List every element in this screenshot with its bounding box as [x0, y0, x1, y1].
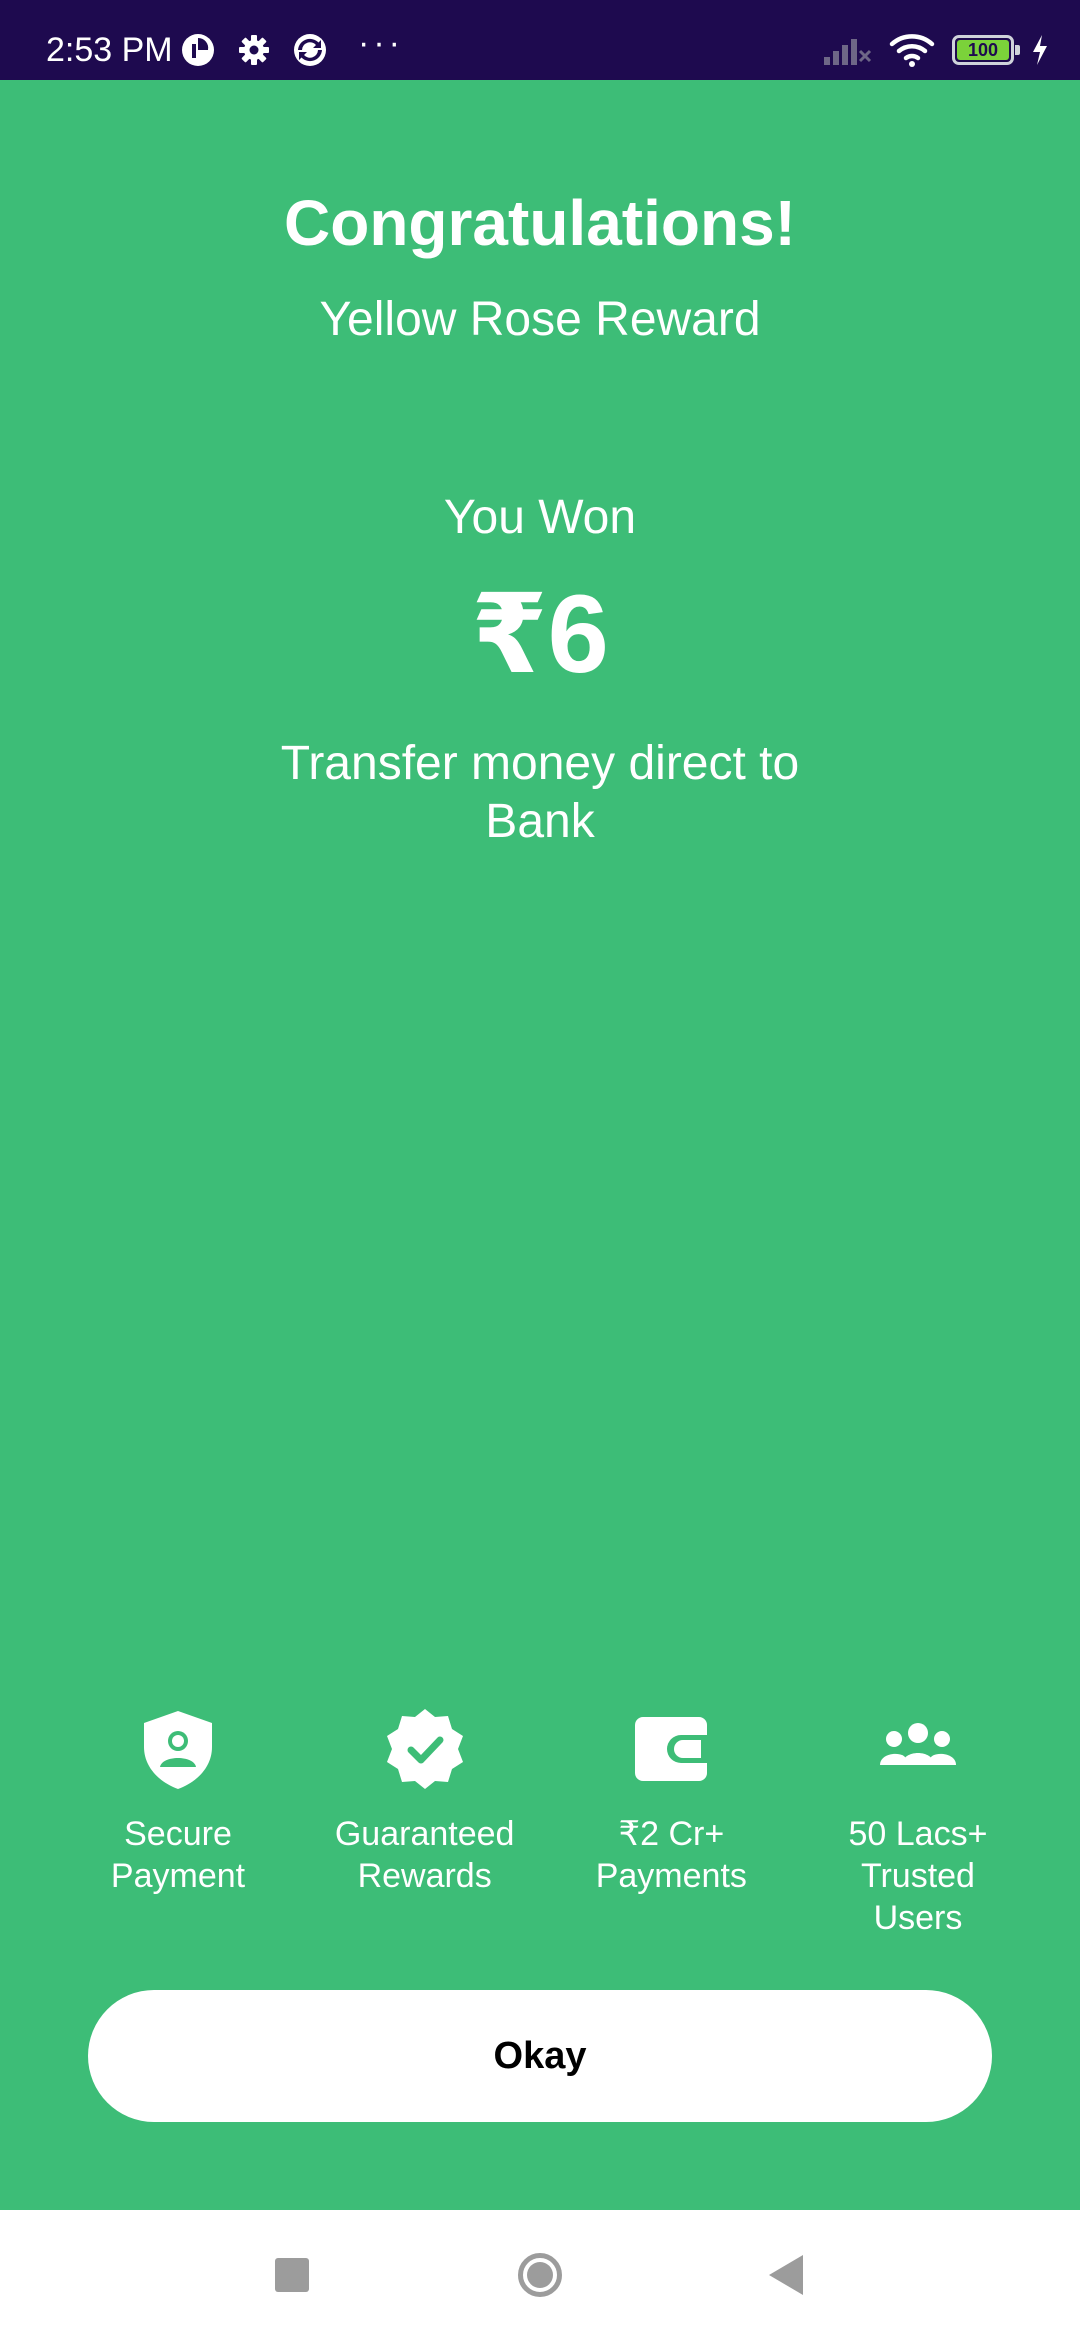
shield-user-icon — [144, 1711, 212, 1789]
home-icon — [518, 2253, 562, 2297]
sync-icon — [294, 34, 326, 66]
verified-badge-icon — [386, 1709, 463, 1789]
feature-label: Guaranteed Rewards — [334, 1815, 515, 1895]
feature-label: 50 Lacs+ Trusted Users — [848, 1815, 988, 1937]
gear-icon — [239, 35, 269, 65]
feature-payments: ₹2 Cr+ Payments — [561, 1705, 781, 1939]
feature-label: ₹2 Cr+ Payments — [595, 1815, 747, 1895]
features-row: Secure Payment Guaranteed Rewards ₹2 Cr+… — [68, 1705, 1028, 1939]
page-title: Congratulations! — [284, 187, 796, 259]
reward-screen: 2:53 PM ··· 100 Congratulations! Yellow … — [0, 0, 1080, 2340]
status-time: 2:53 PM — [46, 31, 173, 69]
recent-apps-icon — [275, 2258, 309, 2292]
navigation-bar — [0, 2210, 1080, 2340]
okay-button[interactable]: Okay — [88, 1990, 992, 2122]
back-button[interactable] — [726, 2210, 846, 2340]
users-group-icon — [879, 1723, 956, 1765]
feature-secure-payment: Secure Payment — [68, 1705, 288, 1939]
status-bar: 2:53 PM ··· 100 — [0, 0, 1080, 80]
reward-name: Yellow Rose Reward — [319, 293, 761, 346]
battery-icon: 100 — [952, 35, 1020, 65]
charging-icon — [1033, 35, 1047, 65]
reward-amount: ₹6 — [471, 573, 609, 696]
recent-apps-button[interactable] — [232, 2210, 352, 2340]
back-icon — [769, 2255, 803, 2295]
you-won-label: You Won — [443, 491, 637, 544]
feature-label: Secure Payment — [110, 1815, 246, 1895]
feature-guaranteed-rewards: Guaranteed Rewards — [315, 1705, 535, 1939]
battery-level: 100 — [957, 40, 1009, 60]
notification-icon — [182, 34, 214, 66]
feature-trusted-users: 50 Lacs+ Trusted Users — [808, 1705, 1028, 1939]
more-indicator: ··· — [358, 24, 404, 62]
status-right-icons: 100 — [822, 28, 1050, 72]
transfer-text: Transfer money direct to Bank — [280, 737, 800, 848]
wallet-icon — [635, 1717, 708, 1781]
signal-icon — [824, 39, 872, 65]
wifi-icon — [889, 34, 935, 67]
status-left-icons: ··· — [180, 26, 404, 70]
home-button[interactable] — [480, 2210, 600, 2340]
